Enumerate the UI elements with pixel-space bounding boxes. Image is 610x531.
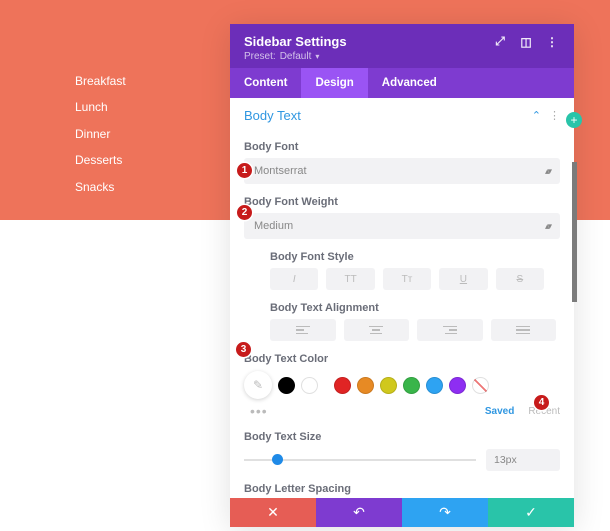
settings-scroll: Body Font Montserrat ▴▾ Body Font Weight… bbox=[230, 129, 574, 527]
menu-item[interactable]: Desserts bbox=[75, 147, 126, 173]
menu-item[interactable]: Breakfast bbox=[75, 68, 126, 94]
style-label: Body Font Style bbox=[270, 251, 560, 263]
panel-title: Sidebar Settings bbox=[244, 34, 347, 49]
cancel-button[interactable]: ✕ bbox=[230, 498, 316, 527]
settings-panel: Sidebar Settings ⤢ ◫ ⋮ Preset: Default ▾… bbox=[230, 24, 574, 527]
font-select[interactable]: Montserrat ▴▾ bbox=[244, 158, 560, 184]
align-right-button[interactable] bbox=[417, 319, 483, 341]
snap-icon[interactable]: ◫ bbox=[518, 35, 534, 49]
marker-4: 4 bbox=[534, 395, 549, 410]
size-input[interactable]: 13px bbox=[486, 449, 560, 471]
tab-advanced[interactable]: Advanced bbox=[368, 68, 451, 98]
font-value: Montserrat bbox=[254, 165, 307, 177]
align-left-button[interactable] bbox=[270, 319, 336, 341]
redo-button[interactable]: ↷ bbox=[402, 498, 488, 527]
weight-label: Body Font Weight bbox=[244, 196, 560, 208]
marker-2: 2 bbox=[237, 205, 252, 220]
undo-button[interactable]: ↶ bbox=[316, 498, 402, 527]
bottom-bar: ✕ ↶ ↷ ✓ bbox=[230, 498, 574, 527]
align-justify-button[interactable] bbox=[491, 319, 557, 341]
updown-icon: ▴▾ bbox=[545, 166, 550, 177]
swatch[interactable] bbox=[403, 377, 420, 394]
tabs: Content Design Advanced bbox=[230, 68, 574, 98]
uppercase-button[interactable]: TT bbox=[326, 268, 374, 290]
marker-1: 1 bbox=[237, 163, 252, 178]
section-title: Body Text bbox=[244, 108, 301, 123]
size-slider[interactable] bbox=[244, 451, 476, 469]
weight-select[interactable]: Medium ▴▾ bbox=[244, 213, 560, 239]
save-button[interactable]: ✓ bbox=[488, 498, 574, 527]
strike-button[interactable]: S bbox=[496, 268, 544, 290]
swatch[interactable] bbox=[278, 377, 295, 394]
section-menu-icon[interactable]: ⋮ bbox=[549, 109, 560, 122]
swatch[interactable] bbox=[380, 377, 397, 394]
kebab-icon[interactable]: ⋮ bbox=[544, 35, 560, 49]
updown-icon: ▴▾ bbox=[545, 221, 550, 232]
italic-button[interactable]: I bbox=[270, 268, 318, 290]
font-label: Body Font bbox=[244, 141, 560, 153]
chevron-down-icon[interactable]: ▾ bbox=[315, 52, 319, 61]
weight-value: Medium bbox=[254, 220, 293, 232]
tab-content[interactable]: Content bbox=[230, 68, 301, 98]
expand-icon[interactable]: ⤢ bbox=[492, 34, 508, 49]
section-header[interactable]: Body Text ⌃ ⋮ bbox=[230, 98, 574, 129]
menu-item[interactable]: Snacks bbox=[75, 174, 126, 200]
menu-item[interactable]: Dinner bbox=[75, 121, 126, 147]
preset-label: Preset: bbox=[244, 51, 276, 62]
swatch[interactable] bbox=[301, 377, 318, 394]
scrollbar[interactable] bbox=[572, 162, 577, 302]
swatch-none[interactable] bbox=[472, 377, 489, 394]
more-colors-icon[interactable]: ••• bbox=[250, 403, 268, 419]
marker-3: 3 bbox=[236, 342, 251, 357]
smallcaps-button[interactable]: Tᴛ bbox=[383, 268, 431, 290]
swatch[interactable] bbox=[449, 377, 466, 394]
collapse-icon[interactable]: ⌃ bbox=[532, 109, 541, 122]
size-label: Body Text Size bbox=[244, 431, 560, 443]
tab-design[interactable]: Design bbox=[301, 68, 367, 98]
saved-colors-tab[interactable]: Saved bbox=[485, 406, 514, 417]
swatch[interactable] bbox=[426, 377, 443, 394]
menu-item[interactable]: Lunch bbox=[75, 94, 126, 120]
color-label: Body Text Color bbox=[244, 353, 560, 365]
preset-value[interactable]: Default bbox=[280, 51, 312, 62]
eyedropper-icon[interactable]: ✎ bbox=[244, 371, 272, 399]
align-center-button[interactable] bbox=[344, 319, 410, 341]
letter-label: Body Letter Spacing bbox=[244, 483, 560, 495]
align-label: Body Text Alignment bbox=[270, 302, 560, 314]
page-sidebar-menu: Breakfast Lunch Dinner Desserts Snacks bbox=[75, 68, 126, 200]
panel-header: Sidebar Settings ⤢ ◫ ⋮ Preset: Default ▾ bbox=[230, 24, 574, 68]
swatch[interactable] bbox=[334, 377, 351, 394]
swatch[interactable] bbox=[357, 377, 374, 394]
add-button[interactable]: + bbox=[566, 112, 582, 128]
underline-button[interactable]: U bbox=[439, 268, 487, 290]
